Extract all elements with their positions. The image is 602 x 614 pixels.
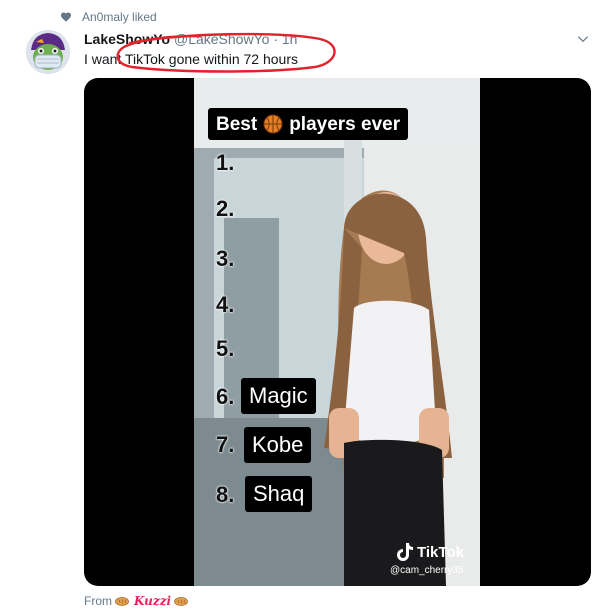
tiktok-watermark: TikTok (397, 543, 464, 561)
player-name-magic: Magic (241, 378, 316, 414)
heart-icon (61, 12, 71, 22)
video-scene (194, 78, 480, 586)
tweet-header: LakeShowYo @LakeShowYo · 1h (84, 30, 297, 48)
video-frame[interactable]: Best players ever 1. 2. 3. 4. 5. 6. 7. 8… (194, 78, 480, 586)
display-name[interactable]: LakeShowYo (84, 31, 170, 47)
chevron-down-icon[interactable] (576, 32, 590, 46)
tweet-time[interactable]: 1h (282, 31, 298, 47)
bread-icon (174, 596, 188, 606)
title-before: Best (216, 113, 258, 135)
user-handle[interactable]: @LakeShowYo (174, 31, 269, 47)
tiktok-username: @cam_cherry35 (390, 565, 464, 576)
social-context: An0maly liked (60, 9, 157, 25)
social-context-text: An0maly liked (82, 10, 157, 24)
tweet-card[interactable]: An0maly liked LakeShowYo @LakeShowYo · 1… (0, 0, 602, 614)
rank-number: 1. (216, 150, 235, 175)
tweet-text: I want TikTok gone within 72 hours (84, 51, 299, 67)
source-attribution: From Kuzzi (84, 594, 191, 608)
bread-icon (115, 596, 129, 606)
player-name-shaq: Shaq (245, 476, 313, 512)
rank-number: 5. (216, 336, 235, 361)
rank-number: 7. (216, 432, 235, 457)
rank-number: 2. (216, 196, 235, 221)
separator-dot: · (273, 31, 278, 47)
rank-number: 3. (216, 246, 235, 271)
tiktok-note-icon (397, 543, 413, 561)
rank-number: 8. (216, 482, 235, 507)
rank-number: 6. (216, 384, 235, 409)
title-after: players ever (289, 113, 401, 135)
video-player[interactable]: Best players ever 1. 2. 3. 4. 5. 6. 7. 8… (84, 78, 591, 586)
from-label: From (84, 594, 112, 608)
rank-number: 4. (216, 292, 235, 317)
basketball-icon (263, 114, 283, 134)
video-title-caption: Best players ever (208, 108, 409, 140)
avatar-image (26, 30, 70, 74)
player-name-kobe: Kobe (244, 427, 312, 463)
avatar[interactable] (26, 30, 70, 74)
source-name[interactable]: Kuzzi (134, 594, 171, 608)
tiktok-brand: TikTok (417, 543, 464, 561)
